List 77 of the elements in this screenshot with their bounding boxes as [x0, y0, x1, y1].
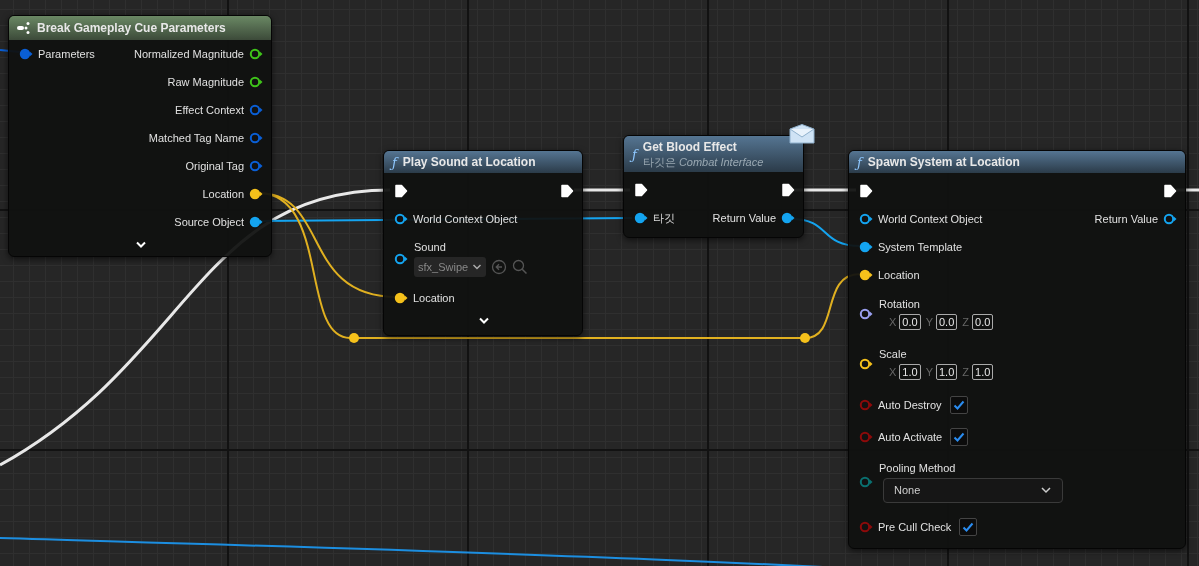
node-title: Play Sound at Location	[402, 154, 536, 170]
pin-label: Location	[202, 188, 244, 200]
pin-label: World Context Object	[878, 213, 983, 225]
pin-label: Parameters	[38, 48, 95, 60]
number-field[interactable]: 0.0	[972, 314, 994, 330]
caret-icon	[1040, 486, 1052, 494]
pin-label: Scale	[879, 348, 908, 360]
exec-pin-icon[interactable]	[859, 184, 873, 198]
node-title: Get Blood Effect	[642, 139, 738, 155]
pin-label: Matched Tag Name	[148, 132, 244, 144]
pin-icon[interactable]	[781, 212, 795, 224]
pin-label: World Context Object	[413, 213, 518, 225]
blueprint-node[interactable]: ƒ Play Sound at Location World Context Object Sound sfx_Swipe Location	[383, 150, 583, 336]
pin-label: Effect Context	[175, 104, 244, 116]
pin-icon[interactable]	[394, 252, 408, 265]
exec-pin-icon[interactable]	[781, 183, 795, 197]
dropdown[interactable]: None	[883, 477, 1063, 503]
axis-label: Z	[962, 316, 969, 328]
pin-icon[interactable]	[859, 358, 873, 370]
pin-label: Location	[878, 269, 920, 281]
number-field[interactable]: 1.0	[972, 364, 994, 380]
pin-icon[interactable]	[394, 292, 408, 304]
axis-label: Y	[925, 366, 933, 378]
blueprint-node[interactable]: ƒ Spawn System at Location World Context Object Return Value System Template Location Rotation X 0.0 Y 0.0 Z 0.0 Scale X 1.0 Y 1.0 Z 1.0 Auto Destroy Auto Activate Pooling Method None Pre Cull Check	[848, 150, 1186, 549]
number-field[interactable]: 1.0	[899, 364, 921, 380]
exec-pin-icon[interactable]	[1163, 184, 1177, 198]
pin-icon[interactable]	[1163, 213, 1177, 225]
number-field[interactable]: 0.0	[936, 314, 958, 330]
pin-label: 타깃	[653, 210, 675, 226]
pin-icon[interactable]	[634, 212, 648, 224]
checkbox[interactable]	[950, 428, 969, 446]
exec-pin-icon[interactable]	[560, 184, 574, 198]
checkbox[interactable]	[949, 396, 968, 414]
pin-label: Source Object	[174, 216, 244, 228]
chevron-down-icon[interactable]	[478, 317, 490, 325]
pin-label: Pre Cull Check	[878, 521, 952, 533]
pin-icon[interactable]	[249, 216, 263, 228]
reroute-knot[interactable]	[349, 333, 359, 343]
pin-label: Auto Activate	[878, 431, 943, 443]
asset-dropdown[interactable]: sfx_Swipe	[414, 256, 487, 277]
pin-label: Pooling Method	[879, 461, 957, 474]
chevron-down-icon[interactable]	[135, 241, 147, 249]
reroute-knot[interactable]	[800, 333, 810, 343]
number-field[interactable]: 0.0	[899, 314, 921, 330]
search-icon[interactable]	[512, 258, 529, 275]
pin-label: Rotation	[879, 298, 921, 310]
pin-label: Return Value	[1094, 213, 1158, 225]
pin-icon[interactable]	[859, 213, 873, 225]
pin-icon[interactable]	[249, 188, 263, 200]
exec-pin-icon[interactable]	[394, 184, 408, 198]
caret-icon	[472, 262, 483, 271]
blueprint-node[interactable]: Break Gameplay Cue Parameters Parameters Normalized Magnitude Raw Magnitude Effect Context Matched Tag Name Original Tag Location Source Object	[8, 15, 272, 257]
node-title: Break Gameplay Cue Parameters	[37, 20, 226, 36]
pin-label: Normalized Magnitude	[133, 48, 244, 60]
number-field[interactable]: 1.0	[936, 364, 958, 380]
pin-label: Sound	[414, 240, 447, 253]
split-icon	[17, 22, 31, 34]
pin-label: Original Tag	[185, 160, 244, 172]
pin-icon[interactable]	[859, 269, 873, 281]
pin-label: Return Value	[712, 212, 776, 224]
pin-icon[interactable]	[249, 48, 263, 60]
pin-label: System Template	[878, 241, 963, 253]
pin-label: Location	[413, 292, 455, 304]
axis-label: Y	[925, 316, 933, 328]
axis-label: Z	[962, 366, 969, 378]
node-title: Spawn System at Location	[867, 154, 1020, 170]
pin-label: Raw Magnitude	[167, 76, 244, 88]
node-subtitle: 타깃은 Combat Interface	[642, 155, 764, 169]
checkbox[interactable]	[959, 518, 978, 536]
pin-icon[interactable]	[859, 241, 873, 253]
pin-label: Auto Destroy	[878, 399, 942, 411]
pin-icon[interactable]	[249, 76, 263, 88]
axis-label: X	[889, 366, 897, 378]
pin-icon[interactable]	[394, 213, 408, 225]
pin-icon[interactable]	[859, 308, 873, 320]
axis-label: X	[889, 316, 897, 328]
exec-pin-icon[interactable]	[634, 183, 648, 197]
